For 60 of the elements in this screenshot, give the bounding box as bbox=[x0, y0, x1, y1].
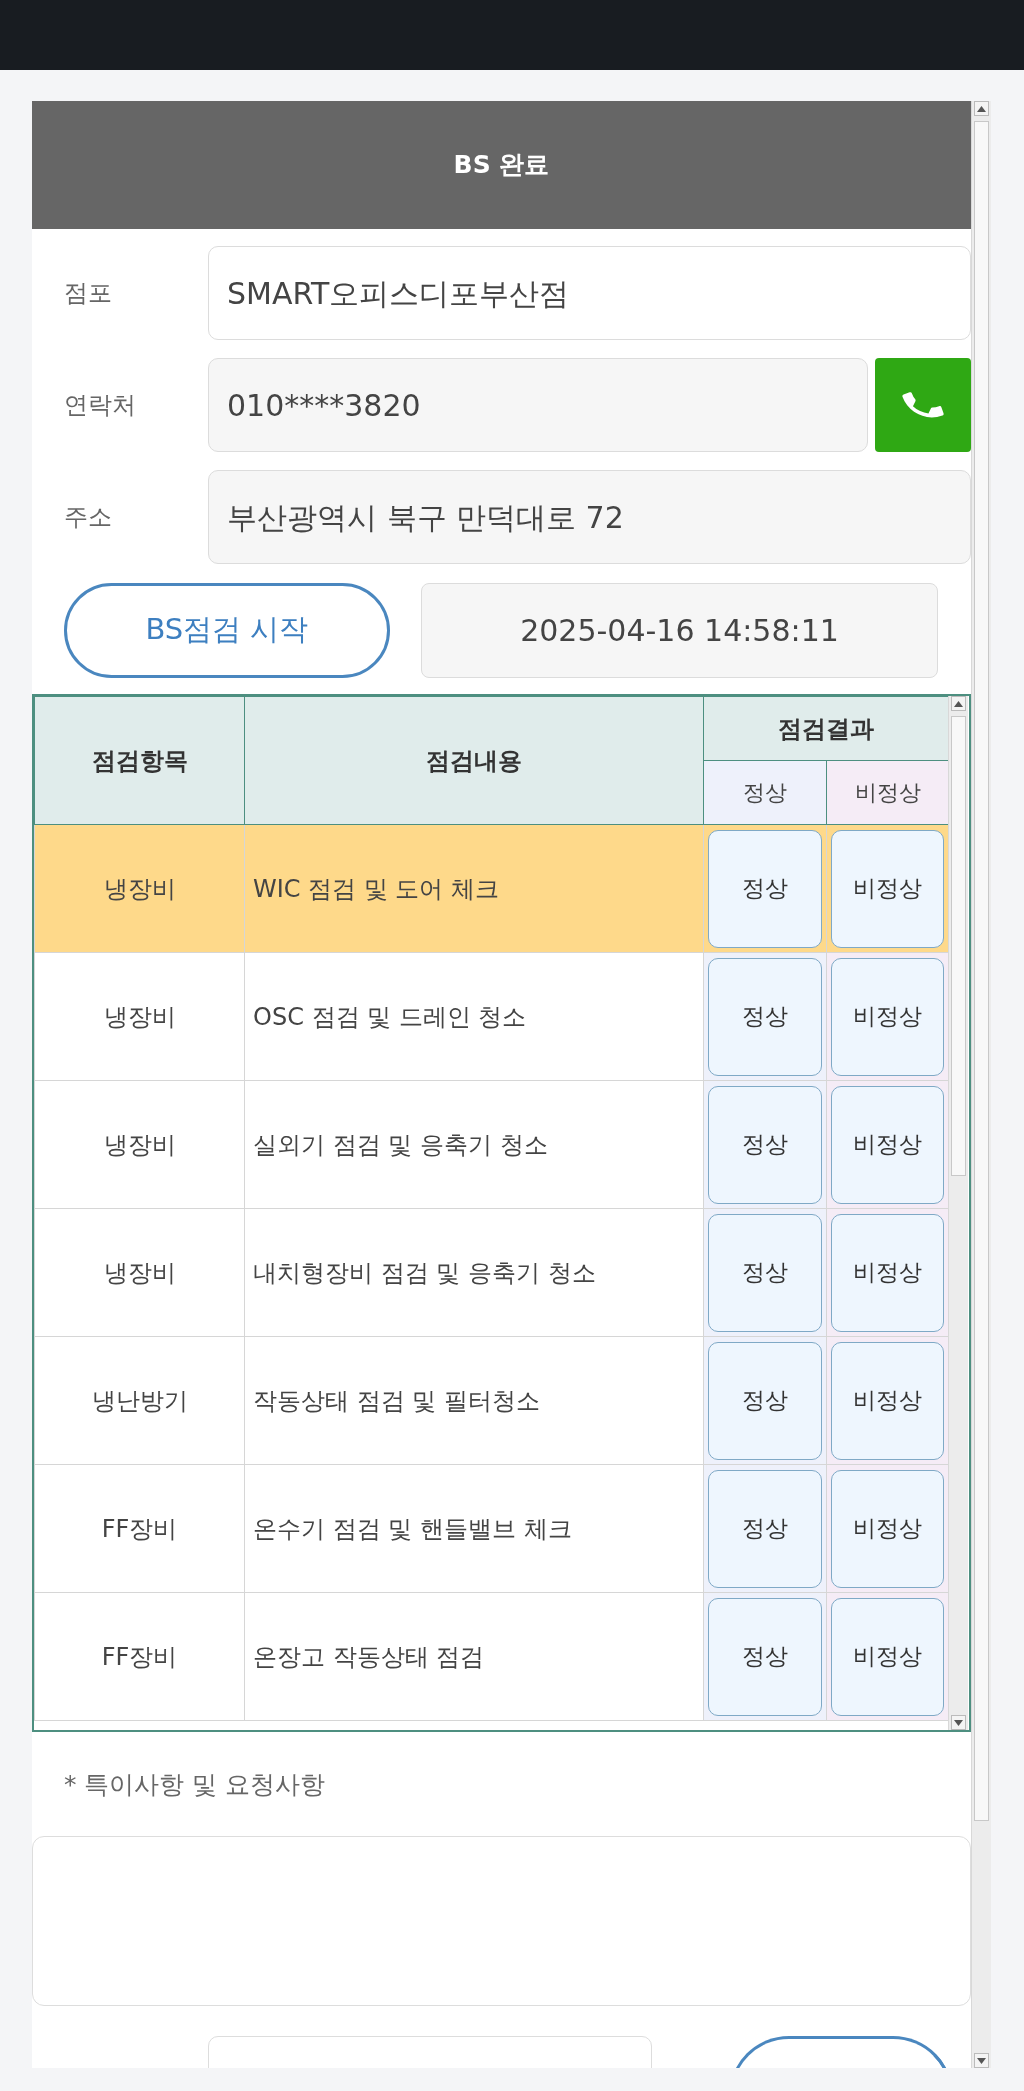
scroll-up-icon[interactable] bbox=[974, 101, 989, 116]
table-cell: 냉장비 bbox=[34, 1080, 245, 1209]
abnormal-button[interactable]: 비정상 bbox=[831, 1469, 944, 1588]
table-cell: FF장비 bbox=[34, 1464, 245, 1593]
table-row[interactable]: 냉난방기 작동상태 점검 및 필터청소 정상 비정상 bbox=[34, 1336, 948, 1465]
table-cell: 작동상태 점검 및 필터청소 bbox=[244, 1336, 704, 1465]
table-row[interactable]: FF장비 온장고 작동상태 점검 정상 비정상 bbox=[34, 1592, 948, 1721]
column-header: 점검항목 bbox=[34, 696, 245, 825]
table-row[interactable]: FF장비 온수기 점검 및 핸들밸브 체크 정상 비정상 bbox=[34, 1464, 948, 1593]
normal-button[interactable]: 정상 bbox=[708, 1213, 822, 1332]
input-field[interactable]: 010****3820 bbox=[208, 358, 868, 452]
table-cell: 온수기 점검 및 핸들밸브 체크 bbox=[244, 1464, 704, 1593]
column-header: 정상 bbox=[703, 760, 827, 825]
table-row[interactable]: 냉장비 WIC 점검 및 도어 체크 정상 비정상 bbox=[34, 824, 948, 953]
scrollbar[interactable] bbox=[971, 101, 991, 2068]
table-cell: FF장비 bbox=[34, 1592, 245, 1721]
input-field[interactable]: SMART오피스디포부산점 bbox=[208, 246, 971, 340]
abnormal-button[interactable]: 비정상 bbox=[831, 829, 944, 948]
input-field[interactable]: 부산광역시 북구 만덕대로 72 bbox=[208, 470, 971, 564]
scroll-down-icon[interactable] bbox=[974, 2053, 989, 2068]
call-button[interactable] bbox=[875, 358, 971, 452]
abnormal-button[interactable]: 비정상 bbox=[831, 1085, 944, 1204]
table-cell: WIC 점검 및 도어 체크 bbox=[244, 824, 704, 953]
field-label: 점포 bbox=[63, 278, 113, 309]
abnormal-button[interactable]: 비정상 bbox=[831, 1341, 944, 1460]
normal-button[interactable]: 정상 bbox=[708, 1341, 822, 1460]
field-label: 연락처 bbox=[63, 390, 137, 421]
abnormal-button[interactable]: 비정상 bbox=[831, 1213, 944, 1332]
table-row[interactable]: 냉장비 실외기 점검 및 응축기 청소 정상 비정상 bbox=[34, 1080, 948, 1209]
table-row[interactable]: 냉장비 OSC 점검 및 드레인 청소 정상 비정상 bbox=[34, 952, 948, 1081]
table-cell: 냉난방기 bbox=[34, 1336, 245, 1465]
notes-field[interactable] bbox=[32, 1836, 971, 2006]
notes-label: * 특이사항 및 요청사항 bbox=[64, 1770, 326, 1799]
normal-button[interactable]: 정상 bbox=[708, 1085, 822, 1204]
field-label: 주소 bbox=[63, 502, 113, 533]
scroll-down-icon[interactable] bbox=[951, 1715, 966, 1730]
abnormal-button[interactable]: 비정상 bbox=[831, 1597, 944, 1716]
normal-button[interactable]: 정상 bbox=[708, 957, 822, 1076]
table-cell: 온장고 작동상태 점검 bbox=[244, 1592, 704, 1721]
table-cell: OSC 점검 및 드레인 청소 bbox=[244, 952, 704, 1081]
table-cell: 냉장비 bbox=[34, 824, 245, 953]
scrollbar[interactable] bbox=[948, 696, 968, 1730]
normal-button[interactable]: 정상 bbox=[708, 1597, 822, 1716]
column-header: 비정상 bbox=[826, 760, 948, 825]
scroll-up-icon[interactable] bbox=[951, 696, 966, 711]
normal-button[interactable]: 정상 bbox=[708, 1469, 822, 1588]
start-button[interactable]: BS점검 시작 bbox=[64, 582, 390, 678]
scroll-thumb[interactable] bbox=[951, 716, 966, 1176]
dialog-title: BS 완료 bbox=[453, 149, 550, 182]
table-cell: 냉장비 bbox=[34, 952, 245, 1081]
table-cell: 실외기 점검 및 응축기 청소 bbox=[244, 1080, 704, 1209]
table-cell: 냉장비 bbox=[34, 1208, 245, 1337]
normal-button[interactable]: 정상 bbox=[708, 829, 822, 948]
column-header: 점검결과 bbox=[703, 696, 948, 761]
scroll-thumb[interactable] bbox=[974, 121, 989, 1821]
table-row[interactable]: 냉장비 내치형장비 점검 및 응축기 청소 정상 비정상 bbox=[34, 1208, 948, 1337]
table-cell: 내치형장비 점검 및 응축기 청소 bbox=[244, 1208, 704, 1337]
timestamp-field: 2025-04-16 14:58:11 bbox=[421, 582, 938, 678]
column-header: 점검내용 bbox=[244, 696, 704, 825]
abnormal-button[interactable]: 비정상 bbox=[831, 957, 944, 1076]
